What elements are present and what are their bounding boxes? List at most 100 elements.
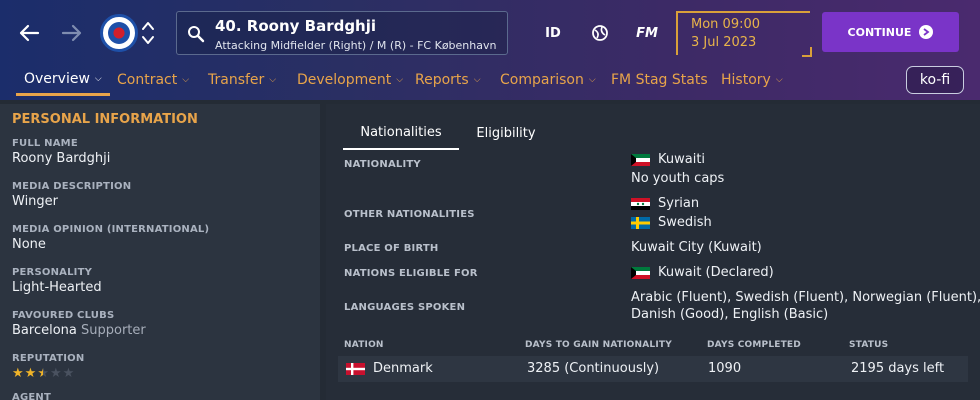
nationality-value: Kuwaiti bbox=[631, 152, 705, 167]
nationality-text: Kuwaiti bbox=[658, 152, 706, 167]
favoured-club-relation: Supporter bbox=[81, 323, 146, 338]
tab-nationalities[interactable]: Nationalities bbox=[343, 116, 459, 150]
date-time: Mon 09:00 bbox=[691, 17, 761, 32]
date-corner-decoration bbox=[802, 47, 812, 57]
tab-contract[interactable]: Contract ⌵ bbox=[117, 64, 189, 96]
other-nationality-1: Syrian bbox=[631, 196, 699, 211]
col-days-completed[interactable]: DAYS COMPLETED bbox=[707, 340, 801, 350]
col-days-to-gain[interactable]: DAYS TO GAIN NATIONALITY bbox=[525, 340, 672, 350]
back-arrow-icon[interactable] bbox=[15, 19, 43, 47]
reputation-stars: ★ ★ ★ ★ ★ bbox=[12, 367, 84, 380]
personality-label: PERSONALITY bbox=[12, 267, 93, 278]
kuwait-flag-icon bbox=[631, 266, 650, 279]
star-icon: ★ bbox=[12, 366, 24, 381]
nations-eligible-label: NATIONS ELIGIBLE FOR bbox=[344, 268, 478, 279]
tab-history[interactable]: History ⌵ bbox=[721, 64, 783, 96]
personality-value: Light-Hearted bbox=[12, 280, 102, 295]
full-name-row: FULL NAME Roony Bardghji bbox=[12, 138, 110, 166]
favoured-clubs-label: FAVOURED CLUBS bbox=[12, 310, 115, 321]
nations-eligible-value[interactable]: Kuwait (Declared) bbox=[631, 265, 774, 280]
place-of-birth-label: PLACE OF BIRTH bbox=[344, 243, 439, 254]
media-description-value: Winger bbox=[12, 194, 59, 209]
club-badge-logo[interactable] bbox=[100, 14, 138, 52]
fm-button[interactable]: FM bbox=[633, 22, 661, 44]
sweden-flag-icon bbox=[631, 216, 650, 229]
tab-eligibility[interactable]: Eligibility bbox=[466, 116, 546, 150]
chevron-down-icon: ⌵ bbox=[775, 75, 783, 85]
player-switch-icon[interactable] bbox=[141, 19, 155, 47]
youth-caps-value: No youth caps bbox=[631, 171, 725, 186]
star-icon: ★ bbox=[62, 366, 75, 381]
tab-fm-stag-stats-label: FM Stag Stats bbox=[611, 72, 708, 88]
chevron-down-icon: ⌵ bbox=[182, 75, 190, 85]
nationality-label: NATIONALITY bbox=[344, 159, 421, 170]
star-icon: ★ bbox=[24, 366, 37, 381]
tab-comparison-label: Comparison bbox=[500, 72, 584, 88]
chevron-down-icon: ⌵ bbox=[269, 75, 277, 85]
chevron-down-icon: ⌵ bbox=[94, 73, 102, 84]
continue-button[interactable]: CONTINUE bbox=[822, 12, 959, 52]
reputation-row: REPUTATION ★ ★ ★ ★ ★ bbox=[12, 353, 84, 380]
nationality-panel: Nationalities Eligibility NATIONALITY Ku… bbox=[326, 104, 980, 400]
tab-transfer[interactable]: Transfer ⌵ bbox=[208, 64, 276, 96]
tab-fm-stag-stats[interactable]: FM Stag Stats bbox=[611, 64, 708, 96]
row-nation-text: Denmark bbox=[373, 361, 433, 376]
profile-tabs: Overview ⌵ Contract ⌵ Transfer ⌵ Developmen… bbox=[0, 64, 900, 98]
col-nation[interactable]: NATION bbox=[344, 340, 384, 350]
date-day: 3 Jul 2023 bbox=[691, 35, 757, 50]
media-opinion-row: MEDIA OPINION (INTERNATIONAL) None bbox=[12, 224, 209, 252]
media-description-row: MEDIA DESCRIPTION Winger bbox=[12, 181, 131, 209]
other-nationality-2: Swedish bbox=[631, 215, 712, 230]
agent-label: AGENT bbox=[12, 392, 51, 400]
tab-comparison[interactable]: Comparison ⌵ bbox=[500, 64, 596, 96]
other-nationality-2-text: Swedish bbox=[658, 215, 712, 230]
media-opinion-value: None bbox=[12, 237, 46, 252]
personal-information-panel: PERSONAL INFORMATION FULL NAME Roony Bar… bbox=[0, 104, 320, 400]
tab-development-label: Development bbox=[297, 72, 392, 88]
tab-history-label: History bbox=[721, 72, 771, 88]
personal-information-title: PERSONAL INFORMATION bbox=[12, 112, 198, 127]
row-status: 2195 days left bbox=[851, 361, 945, 376]
syria-flag-icon bbox=[631, 197, 650, 210]
tab-overview[interactable]: Overview ⌵ bbox=[16, 64, 110, 96]
media-description-label: MEDIA DESCRIPTION bbox=[12, 181, 132, 192]
row-days-to-gain: 3285 (Continuously) bbox=[527, 361, 660, 376]
star-icon: ★ bbox=[37, 366, 49, 381]
kuwait-flag-icon bbox=[631, 153, 650, 166]
favoured-clubs-value[interactable]: Barcelona Supporter bbox=[12, 323, 146, 338]
personality-row: PERSONALITY Light-Hearted bbox=[12, 267, 102, 295]
other-nationalities-label: OTHER NATIONALITIES bbox=[344, 209, 475, 220]
tab-contract-label: Contract bbox=[117, 72, 178, 88]
player-search-box[interactable]: 40. Roony Bardghji Attacking Midfielder … bbox=[176, 11, 508, 55]
chevron-down-icon: ⌵ bbox=[473, 75, 481, 85]
row-nation: Denmark bbox=[346, 361, 433, 376]
favoured-club-name[interactable]: Barcelona bbox=[12, 323, 77, 338]
kofi-button[interactable]: ko-fi bbox=[906, 66, 964, 94]
star-icon: ★ bbox=[49, 366, 62, 381]
arrow-circle-icon bbox=[919, 25, 934, 39]
chevron-down-icon: ⌵ bbox=[396, 75, 404, 85]
tab-reports[interactable]: Reports ⌵ bbox=[415, 64, 481, 96]
languages-spoken-label: LANGUAGES SPOKEN bbox=[344, 302, 466, 313]
tab-reports-label: Reports bbox=[415, 72, 469, 88]
top-bar: 40. Roony Bardghji Attacking Midfielder … bbox=[0, 0, 980, 100]
chevron-down-icon: ⌵ bbox=[588, 75, 596, 85]
player-title: 40. Roony Bardghji bbox=[215, 17, 377, 35]
date-display[interactable]: Mon 09:00 3 Jul 2023 bbox=[676, 11, 812, 57]
player-subtitle: Attacking Midfielder (Right) / M (R) - F… bbox=[215, 39, 497, 52]
full-name-value: Roony Bardghji bbox=[12, 151, 111, 166]
nations-eligible-text: Kuwait (Declared) bbox=[658, 265, 774, 280]
table-row[interactable]: Denmark 3285 (Continuously) 1090 2195 da… bbox=[338, 356, 968, 382]
tab-development[interactable]: Development ⌵ bbox=[297, 64, 403, 96]
forward-arrow-icon[interactable] bbox=[58, 19, 86, 47]
languages-line-1: Arabic (Fluent), Swedish (Fluent), Norwe… bbox=[631, 290, 980, 305]
col-status[interactable]: STATUS bbox=[849, 340, 888, 350]
agent-row: AGENT bbox=[12, 392, 51, 400]
eligibility-table-header: NATION DAYS TO GAIN NATIONALITY DAYS COM… bbox=[338, 340, 968, 354]
favoured-clubs-row: FAVOURED CLUBS Barcelona Supporter bbox=[12, 310, 146, 338]
tab-overview-label: Overview bbox=[24, 70, 90, 87]
globe-icon[interactable] bbox=[589, 22, 611, 44]
search-icon[interactable] bbox=[187, 25, 205, 47]
id-button[interactable]: ID bbox=[540, 22, 566, 44]
place-of-birth-value[interactable]: Kuwait City (Kuwait) bbox=[631, 240, 762, 255]
